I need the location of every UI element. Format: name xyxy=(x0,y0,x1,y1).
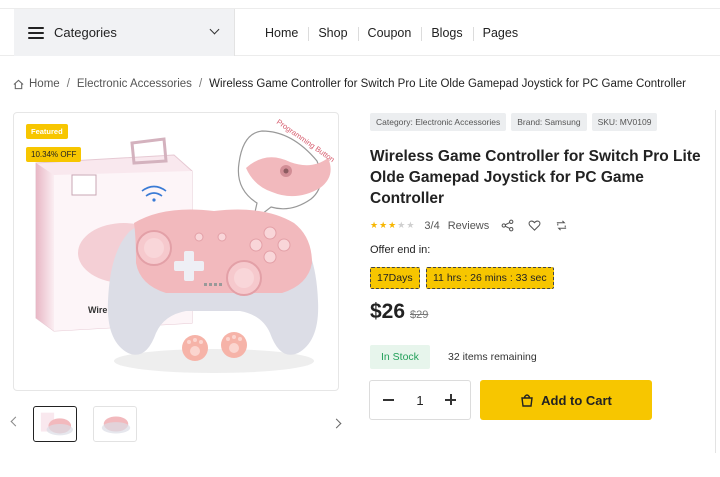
old-price: $29 xyxy=(410,309,429,321)
brand-tag[interactable]: Brand: Samsung xyxy=(511,113,587,131)
thumbnail-1[interactable] xyxy=(33,406,77,442)
main-nav: Home Shop Coupon Blogs Pages xyxy=(251,9,528,56)
reviews-link[interactable]: Reviews xyxy=(448,220,490,232)
breadcrumb-separator: / xyxy=(198,78,203,90)
menu-icon xyxy=(28,26,44,39)
breadcrumb-category[interactable]: Electronic Accessories xyxy=(77,78,192,90)
top-navigation: Categories Home Shop Coupon Blogs Pages xyxy=(0,8,720,56)
add-to-cart-button[interactable]: Add to Cart xyxy=(480,380,652,420)
thumbnail-prev-arrow[interactable] xyxy=(10,416,21,427)
quantity-value[interactable]: 1 xyxy=(410,393,430,408)
product-image-box[interactable]: Featured 10.34% OFF Wirele Programming B… xyxy=(13,112,339,391)
star-icon: ★ xyxy=(406,220,415,230)
heart-icon[interactable] xyxy=(528,219,541,232)
breadcrumb-current: Wireless Game Controller for Switch Pro … xyxy=(209,78,686,90)
nav-link-home[interactable]: Home xyxy=(251,26,308,40)
stock-badge: In Stock xyxy=(370,345,430,369)
category-tag[interactable]: Category: Electronic Accessories xyxy=(370,113,507,131)
product-title: Wireless Game Controller for Switch Pro … xyxy=(370,148,701,207)
nav-link-pages[interactable]: Pages xyxy=(472,26,528,41)
breadcrumb-home[interactable]: Home xyxy=(29,78,60,90)
product-tags: Category: Electronic Accessories Brand: … xyxy=(370,113,658,131)
nav-link-blogs[interactable]: Blogs xyxy=(421,26,472,41)
star-icon: ★ xyxy=(397,220,406,230)
star-rating: ★ ★ ★ ★ ★ xyxy=(370,221,414,230)
items-remaining: 32 items remaining xyxy=(448,351,537,363)
timer-time: 11 hrs : 26 mins : 33 sec xyxy=(426,267,554,289)
breadcrumb-separator: / xyxy=(66,78,70,90)
star-icon: ★ xyxy=(370,220,379,230)
timer-days: 17Days xyxy=(370,267,420,289)
home-icon xyxy=(13,79,24,89)
shopping-bag-icon xyxy=(521,394,533,407)
quantity-increase-button[interactable] xyxy=(444,393,458,407)
share-icon[interactable] xyxy=(501,219,514,232)
thumbnail-next-arrow[interactable] xyxy=(331,418,342,429)
compare-icon[interactable] xyxy=(555,219,568,232)
discount-badge: 10.34% OFF xyxy=(26,147,82,162)
divider xyxy=(715,110,716,453)
nav-link-coupon[interactable]: Coupon xyxy=(357,26,422,41)
rating-row: ★ ★ ★ ★ ★ 3/4 Reviews xyxy=(370,219,582,232)
categories-label: Categories xyxy=(54,25,117,40)
featured-badge: Featured xyxy=(26,124,68,139)
chevron-down-icon xyxy=(209,24,220,35)
quantity-stepper: 1 xyxy=(369,380,471,420)
rating-count: 3/4 xyxy=(424,219,440,232)
nav-link-shop[interactable]: Shop xyxy=(308,26,357,41)
star-icon: ★ xyxy=(379,220,388,230)
star-icon: ★ xyxy=(388,220,397,230)
quantity-decrease-button[interactable] xyxy=(382,393,396,407)
add-to-cart-label: Add to Cart xyxy=(541,392,612,408)
current-price: $26 xyxy=(370,300,406,323)
sku-tag: SKU: MV0109 xyxy=(591,113,658,131)
offer-label: Offer end in: xyxy=(370,244,431,256)
thumbnail-2[interactable] xyxy=(93,406,137,442)
breadcrumb: Home / Electronic Accessories / Wireless… xyxy=(13,78,686,90)
categories-dropdown[interactable]: Categories xyxy=(14,9,235,56)
